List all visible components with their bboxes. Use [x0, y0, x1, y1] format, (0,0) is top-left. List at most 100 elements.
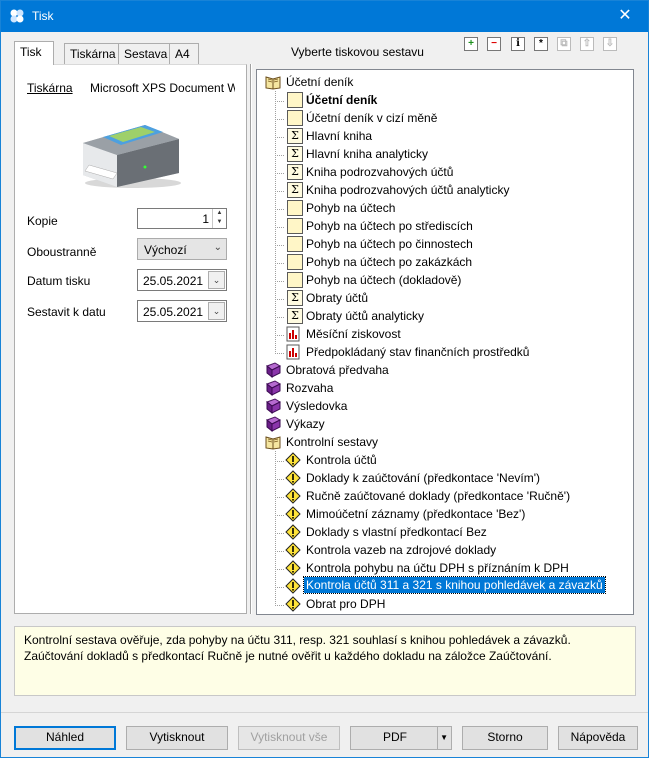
tree-connector: [275, 461, 284, 462]
document-icon: [287, 200, 303, 216]
close-button[interactable]: ✕: [602, 1, 648, 32]
sigma-icon: Σ: [287, 164, 303, 180]
print-date-field[interactable]: 25.05.2021 ⌄: [137, 269, 227, 291]
star-icon[interactable]: *: [534, 37, 548, 51]
build-date-field[interactable]: 25.05.2021 ⌄: [137, 300, 227, 322]
tree-item-label: Doklady k zaúčtování (předkontace 'Nevím…: [306, 471, 541, 485]
dropdown-arrow-icon[interactable]: ▼: [440, 727, 448, 748]
tab-tisk[interactable]: Tisk: [14, 41, 54, 65]
preview-label: Náhled: [45, 730, 85, 744]
help-button[interactable]: Nápověda: [558, 726, 638, 750]
help-label: Nápověda: [570, 730, 626, 744]
sigma-icon: Σ: [287, 290, 303, 306]
split-divider: [437, 727, 438, 749]
document-icon: [287, 236, 303, 252]
sigma-icon: Σ: [287, 146, 303, 162]
tree-connector: [275, 317, 284, 318]
print-all-button[interactable]: Vytisknout vše: [238, 726, 340, 750]
tree-item-label: Hlavní kniha: [306, 129, 373, 143]
add-report-icon[interactable]: +: [464, 37, 478, 51]
tree-item-label: Kniha podrozvahových účtů: [306, 165, 454, 179]
spin-up-icon[interactable]: ▲: [213, 209, 226, 218]
tree-item-label: Kontrola pohybu na účtu DPH s příznáním …: [306, 561, 569, 575]
tree-item-label: Výsledovka: [286, 399, 348, 413]
tree-item-label: Účetní deník: [286, 75, 354, 89]
tree-item-label: Kniha podrozvahových účtů analyticky: [306, 183, 510, 197]
sigma-icon: Σ: [287, 128, 303, 144]
tree-connector: [275, 569, 284, 570]
warning-icon: [285, 524, 301, 540]
sigma-icon: Σ: [287, 182, 303, 198]
closed-book-icon: [266, 362, 281, 378]
tree-connector: [275, 497, 284, 498]
preview-button[interactable]: Náhled: [14, 726, 116, 750]
copies-arrows[interactable]: ▲ ▼: [212, 209, 226, 228]
open-book-icon: [265, 436, 281, 450]
tree-connector: [275, 173, 284, 174]
printer-name: Microsoft XPS Document Writer: [90, 81, 235, 95]
duplex-select[interactable]: Výchozí ⌄: [137, 238, 227, 260]
report-description: Kontrolní sestava ověřuje, zda pohyby na…: [14, 626, 636, 696]
chevron-down-icon: ⌄: [213, 242, 222, 253]
warning-icon: [285, 560, 301, 576]
closed-book-icon: [266, 398, 281, 414]
document-icon: [287, 92, 303, 108]
print-button[interactable]: Vytisknout: [126, 726, 228, 750]
printer-link[interactable]: Tiskárna: [27, 81, 73, 95]
tree-connector: [275, 119, 284, 120]
tree-connector: [275, 155, 284, 156]
arrow-up-icon[interactable]: ⇧: [580, 37, 594, 51]
window-title: Tisk: [32, 9, 54, 23]
splitter[interactable]: [250, 64, 252, 614]
remove-report-icon[interactable]: −: [487, 37, 501, 51]
build-date-value: 25.05.2021: [143, 305, 204, 319]
tree-connector: [275, 299, 284, 300]
print-date-label: Datum tisku: [27, 274, 91, 288]
tree-connector: [275, 335, 284, 336]
print-dialog: Tisk ✕ Tisk Tiskárna Sestava A4 Tiskárna…: [0, 0, 649, 758]
warning-icon: [285, 596, 301, 612]
tree-item-label: Pohyb na účtech po zakázkách: [306, 255, 473, 269]
pdf-button[interactable]: PDF ▼: [350, 726, 452, 750]
copies-spinner[interactable]: 1 ▲ ▼: [137, 208, 227, 229]
tab-sestava[interactable]: Sestava: [118, 43, 174, 64]
tree-item-label: Hlavní kniha analyticky: [306, 147, 429, 161]
tree-connector: [275, 101, 284, 102]
warning-icon: [285, 470, 301, 486]
spin-down-icon[interactable]: ▼: [213, 218, 226, 227]
tree-item-label: Mimoúčetní záznamy (předkontace 'Bez'): [306, 507, 526, 521]
tree-connector: [275, 515, 284, 516]
tab-panel-print: Tiskárna Microsoft XPS Document Writer K…: [14, 64, 247, 614]
tree-item-label: Pohyb na účtech po střediscích: [306, 219, 473, 233]
duplex-value: Výchozí: [144, 243, 187, 257]
arrow-down-icon[interactable]: ⇩: [603, 37, 617, 51]
tree-connector: [275, 263, 284, 264]
tree-connector: [275, 137, 284, 138]
date-dropdown-icon[interactable]: ⌄: [208, 271, 225, 289]
tree-item-label: Pohyb na účtech: [306, 201, 396, 215]
tree-item-label: Kontrola účtů: [306, 453, 377, 467]
tree-item-label: Účetní deník v cizí měně: [306, 111, 438, 125]
chart-icon: [286, 344, 300, 360]
tree-connector: [275, 533, 284, 534]
tree-connector: [275, 191, 284, 192]
date-dropdown-icon[interactable]: ⌄: [208, 302, 225, 320]
tree-item-label: Rozvaha: [286, 381, 334, 395]
tree-connector: [275, 91, 276, 354]
tree-connector: [275, 551, 284, 552]
printer-icon: [83, 125, 181, 188]
report-tree[interactable]: Účetní deník Účetní deník Účetní deník v c…: [256, 69, 634, 615]
tree-connector: [275, 353, 284, 354]
info-icon[interactable]: i: [511, 37, 525, 51]
open-book-icon: [265, 76, 281, 90]
divider: [1, 712, 648, 713]
tree-connector: [275, 227, 284, 228]
cancel-button[interactable]: Storno: [462, 726, 548, 750]
closed-book-icon: [266, 416, 281, 432]
tree-item-label: Kontrola vazeb na zdrojové doklady: [306, 543, 497, 557]
chart-icon: [286, 326, 300, 342]
build-date-label: Sestavit k datu: [27, 305, 106, 319]
tab-a4[interactable]: A4: [169, 43, 199, 64]
tree-connector: [275, 245, 284, 246]
copy-icon[interactable]: ⧉: [557, 37, 571, 51]
